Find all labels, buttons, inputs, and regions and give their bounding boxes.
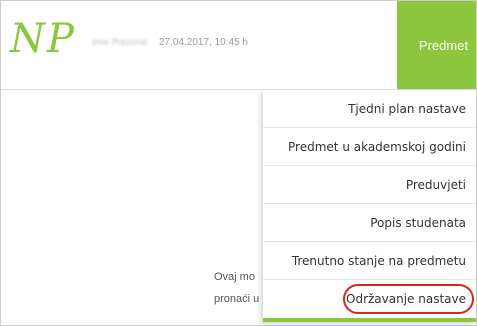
predmet-dropdown-menu: Tjedni plan nastave Predmet u akademskoj… (263, 90, 476, 322)
nav-predmet-button[interactable]: Predmet (397, 1, 476, 89)
menu-item-preduvjeti[interactable]: Preduvjeti (263, 166, 476, 204)
app-window: NP Ime Prezime 27.04.2017, 10:45 h Predm… (0, 0, 477, 326)
menu-item-label: Održavanje nastave (346, 292, 466, 306)
menu-item-popis-studenata[interactable]: Popis studenata (263, 204, 476, 242)
page-header: NP Ime Prezime 27.04.2017, 10:45 h Predm… (1, 1, 476, 90)
menu-item-label: Trenutno stanje na predmetu (291, 253, 466, 268)
menu-item-label: Tjedni plan nastave (348, 101, 466, 116)
menu-item-label: Preduvjeti (405, 177, 466, 192)
content-text-line-1: Ovaj mo (214, 271, 255, 283)
user-name: Ime Prezime (92, 38, 148, 48)
menu-item-predmet-akademska-godina[interactable]: Predmet u akademskoj godini (263, 128, 476, 166)
menu-item-odrzavanje-nastave[interactable]: Održavanje nastave (263, 280, 476, 318)
menu-item-tjedni-plan[interactable]: Tjedni plan nastave (263, 90, 476, 128)
menu-item-trenutno-stanje[interactable]: Trenutno stanje na predmetu (263, 242, 476, 280)
content-text-line-2: pronaći u (214, 293, 260, 305)
nav-predmet-label: Predmet (418, 37, 469, 53)
last-login-timestamp: 27.04.2017, 10:45 h (159, 37, 248, 48)
menu-item-label: Predmet u akademskoj godini (288, 139, 466, 154)
menu-item-label: Popis studenata (370, 215, 466, 230)
logo[interactable]: NP (10, 17, 76, 61)
